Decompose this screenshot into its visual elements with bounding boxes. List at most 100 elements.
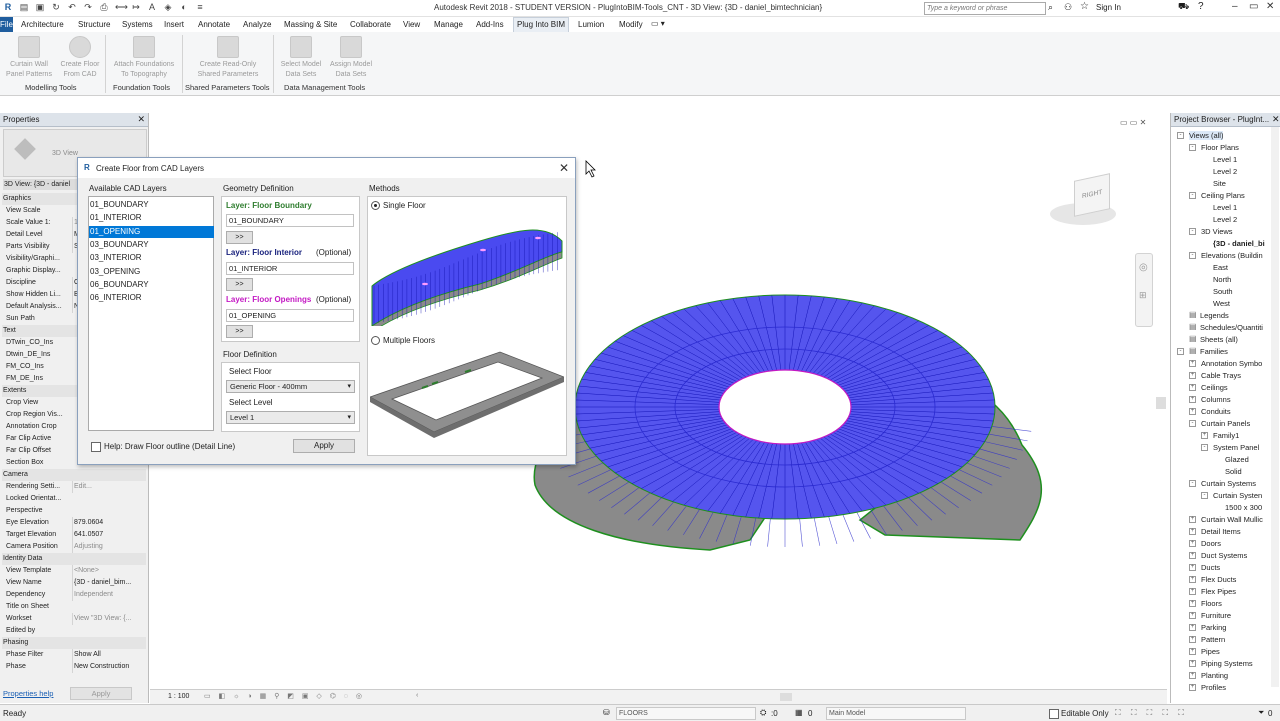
property-row[interactable]: Phase New Construction: [2, 661, 146, 673]
dialog-close-icon[interactable]: ✕: [559, 161, 569, 175]
browser-item[interactable]: Planting: [1201, 671, 1228, 680]
browser-item[interactable]: Detail Items: [1201, 527, 1241, 536]
browser-item[interactable]: Ceiling Plans: [1201, 191, 1245, 200]
property-value[interactable]: 879.0604: [72, 517, 146, 529]
browser-item[interactable]: Level 2: [1213, 167, 1237, 176]
sync-icon[interactable]: ↻: [51, 2, 61, 12]
add-boundary-button[interactable]: >>: [226, 231, 253, 244]
browser-item[interactable]: Flex Ducts: [1201, 575, 1236, 584]
undo-icon[interactable]: ↶: [67, 2, 77, 12]
expand-icon[interactable]: +: [1189, 564, 1196, 571]
collapse-icon[interactable]: -: [1201, 444, 1208, 451]
browser-item[interactable]: South: [1213, 287, 1233, 296]
property-row[interactable]: Target Elevation 641.0507: [2, 529, 146, 541]
tab-annotate[interactable]: Annotate: [198, 20, 230, 29]
browser-item[interactable]: Schedules/Quantiti: [1200, 323, 1263, 332]
browser-scrollbar[interactable]: [1271, 127, 1279, 687]
property-row[interactable]: Edited by: [2, 625, 146, 637]
editable-only-checkbox[interactable]: [1049, 709, 1059, 719]
expand-icon[interactable]: +: [1189, 672, 1196, 679]
cad-layer-item[interactable]: 03_INTERIOR: [89, 252, 214, 264]
browser-item[interactable]: Elevations (Buildin: [1201, 251, 1263, 260]
property-row[interactable]: Locked Orientat...: [2, 493, 146, 505]
collapse-icon[interactable]: -: [1189, 480, 1196, 487]
add-interior-button[interactable]: >>: [226, 278, 253, 291]
cad-layer-item[interactable]: 03_BOUNDARY: [89, 239, 214, 251]
collapse-icon[interactable]: -: [1189, 420, 1196, 427]
property-row[interactable]: Perspective: [2, 505, 146, 517]
browser-item[interactable]: 1500 x 300: [1225, 503, 1262, 512]
property-row[interactable]: Rendering Setti... Edit...: [2, 481, 146, 493]
tab-architecture[interactable]: Architecture: [21, 20, 64, 29]
curtain-wall-panel-patterns-button[interactable]: Curtain Wall Panel Patterns: [4, 36, 54, 80]
collapse-icon[interactable]: -: [1189, 252, 1196, 259]
print-icon[interactable]: ⎙: [99, 2, 109, 12]
expand-icon[interactable]: +: [1189, 372, 1196, 379]
cad-layer-item[interactable]: 03_OPENING: [89, 266, 214, 278]
design-option-dropdown[interactable]: Main Model: [826, 707, 966, 720]
expand-icon[interactable]: +: [1189, 576, 1196, 583]
open-icon[interactable]: ▤: [19, 2, 29, 12]
tab-lumion[interactable]: Lumion: [578, 20, 604, 29]
worksharing-icon[interactable]: ⛭: [760, 708, 766, 718]
property-value[interactable]: Edit...: [72, 481, 146, 493]
cad-layer-item[interactable]: 01_BOUNDARY: [89, 199, 214, 211]
3d-view-icon[interactable]: ◈: [163, 2, 173, 12]
browser-item[interactable]: Conduits: [1201, 407, 1231, 416]
selection-settings-icons[interactable]: ⛶ ⛶ ⛶ ⛶ ⛶: [1115, 708, 1188, 718]
collapse-icon[interactable]: -: [1189, 228, 1196, 235]
close-browser-icon[interactable]: ✕: [1272, 114, 1280, 125]
property-category[interactable]: Identity Data: [2, 553, 146, 565]
redo-icon[interactable]: ↷: [83, 2, 93, 12]
browser-item[interactable]: Curtain Systen: [1213, 491, 1262, 500]
search-input[interactable]: Type a keyword or phrase: [924, 2, 1046, 15]
collapse-icon[interactable]: -: [1201, 492, 1208, 499]
property-row[interactable]: Workset View "3D View: {...: [2, 613, 146, 625]
property-row[interactable]: Camera Position Adjusting: [2, 541, 146, 553]
property-value[interactable]: Show All: [72, 649, 146, 661]
expand-icon[interactable]: +: [1189, 612, 1196, 619]
property-value[interactable]: {3D - daniel_bim...: [72, 577, 146, 589]
cad-layer-item[interactable]: 01_OPENING: [89, 225, 214, 238]
assign-model-data-sets-button[interactable]: Assign Model Data Sets: [326, 36, 376, 80]
select-floor-dropdown[interactable]: Generic Floor - 400mm ▾: [226, 380, 355, 393]
tab-insert[interactable]: Insert: [164, 20, 184, 29]
add-openings-button[interactable]: >>: [226, 325, 253, 338]
tab-collaborate[interactable]: Collaborate: [350, 20, 391, 29]
property-value[interactable]: 641.0507: [72, 529, 146, 541]
browser-item[interactable]: Level 2: [1213, 215, 1237, 224]
browser-item[interactable]: Legends: [1200, 311, 1229, 320]
tab-manage[interactable]: Manage: [434, 20, 463, 29]
minimize-icon[interactable]: –: [1232, 1, 1238, 12]
collapse-icon[interactable]: -: [1189, 192, 1196, 199]
property-value[interactable]: New Construction: [72, 661, 146, 673]
sign-in-link[interactable]: Sign In: [1096, 3, 1121, 12]
properties-apply-button[interactable]: Apply: [70, 687, 132, 700]
floor-interior-field[interactable]: 01_INTERIOR: [226, 262, 354, 275]
property-category[interactable]: Camera: [2, 469, 146, 481]
browser-item[interactable]: Curtain Wall Mullic: [1201, 515, 1263, 524]
browser-item[interactable]: Site: [1213, 179, 1226, 188]
browser-item[interactable]: Parking: [1201, 623, 1226, 632]
expand-icon[interactable]: +: [1189, 648, 1196, 655]
subscription-icon[interactable]: ⚇: [1064, 2, 1072, 13]
cart-icon[interactable]: ⛟: [1178, 1, 1189, 13]
view-cube[interactable]: RIGHT: [1048, 173, 1118, 233]
browser-item[interactable]: Furniture: [1201, 611, 1231, 620]
property-value[interactable]: View "3D View: {...: [72, 613, 146, 625]
view-control-icons[interactable]: ▭ ◧ ☼ ◑ ▦ ⚲ ◩ ▣ ◇ ⌬ ◌ ◎: [204, 692, 365, 700]
section-icon[interactable]: ◐: [179, 2, 189, 12]
property-category[interactable]: Phasing: [2, 637, 146, 649]
browser-item[interactable]: Annotation Symbo: [1201, 359, 1262, 368]
tab-systems[interactable]: Systems: [122, 20, 153, 29]
browser-item[interactable]: Sheets (all): [1200, 335, 1238, 344]
tab-add-ins[interactable]: Add-Ins: [476, 20, 504, 29]
tab-massing-site[interactable]: Massing & Site: [284, 20, 337, 29]
horizontal-scrollbar-thumb[interactable]: [780, 693, 792, 701]
favorite-star-icon[interactable]: ☆: [1080, 1, 1089, 12]
browser-item[interactable]: Doors: [1201, 539, 1221, 548]
expand-icon[interactable]: +: [1189, 684, 1196, 691]
browser-item[interactable]: Cable Trays: [1201, 371, 1241, 380]
browser-item[interactable]: Profiles: [1201, 683, 1226, 692]
dimension-icon[interactable]: ↦: [131, 2, 141, 12]
